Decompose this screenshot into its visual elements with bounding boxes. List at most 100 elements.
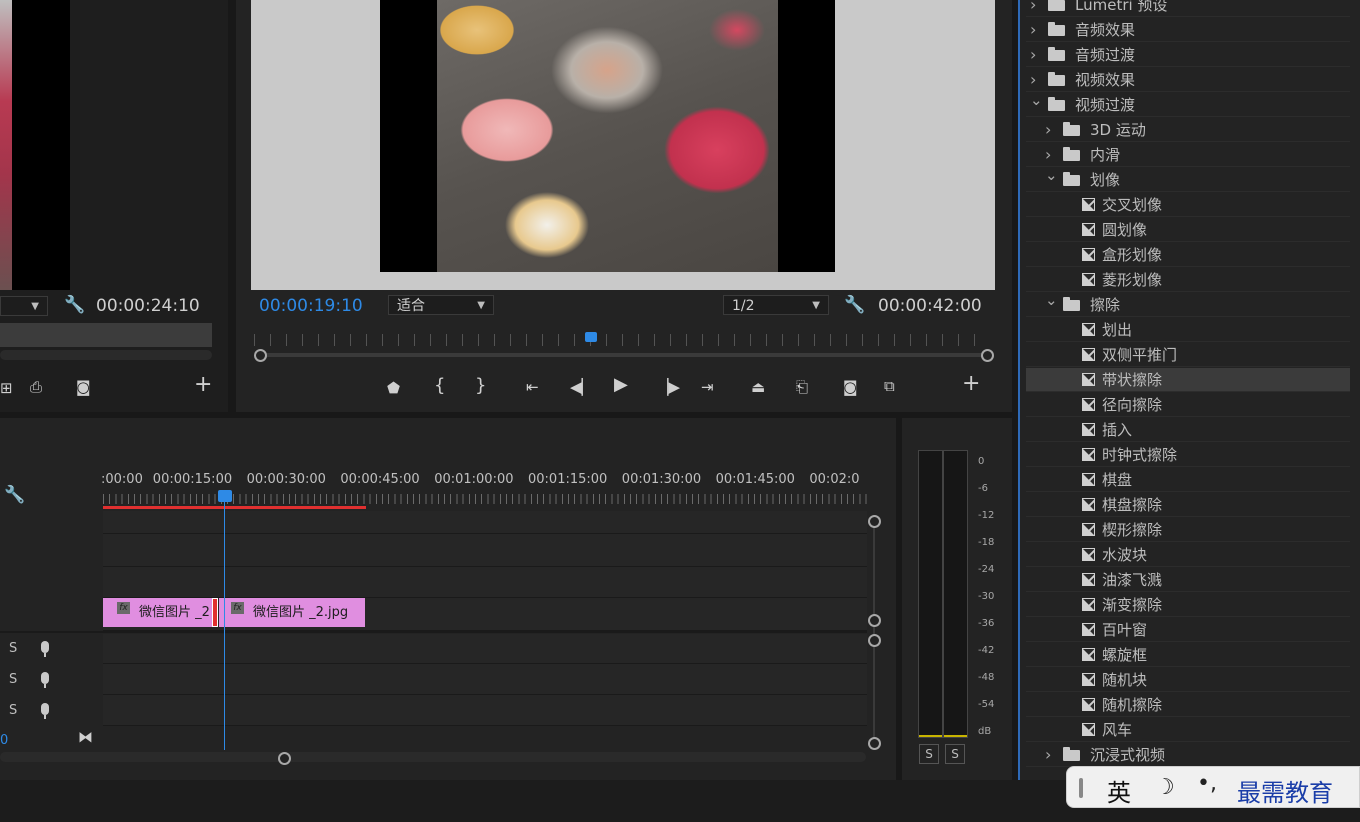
effects-item-row[interactable]: 圆划像 [1026, 218, 1350, 242]
step-forward-icon[interactable]: ▕▶ [657, 379, 680, 395]
v-scroll-bottom-handle[interactable] [868, 737, 881, 750]
timeline-playhead-head[interactable] [218, 490, 232, 502]
program-zoom-right-handle[interactable] [981, 349, 994, 362]
effects-folder-row[interactable]: ⌄ 擦除 [1026, 291, 1350, 317]
effects-item-row[interactable]: 棋盘 [1026, 468, 1350, 492]
audio-track-a1[interactable] [103, 634, 867, 664]
program-resolution-select[interactable]: 1/2 ▼ [723, 295, 829, 315]
audio-a1-solo[interactable]: S [9, 641, 17, 656]
effects-folder-row[interactable]: › 音频效果 [1026, 18, 1350, 42]
effects-item-row[interactable]: 随机擦除 [1026, 693, 1350, 717]
video-track-v2[interactable] [103, 534, 867, 567]
effects-item-row[interactable]: 风车 [1026, 718, 1350, 742]
effects-folder-row[interactable]: › 视频效果 [1026, 68, 1350, 92]
program-time-ruler[interactable] [254, 334, 988, 346]
program-fit-select[interactable]: 适合 ▼ [388, 295, 494, 315]
h-scroll-handle[interactable] [278, 752, 291, 765]
ime-language-toggle[interactable]: 英 [1107, 773, 1131, 808]
effects-item-row[interactable]: 渐变擦除 [1026, 593, 1350, 617]
effects-folder-row[interactable]: ⌄ 视频过渡 [1026, 91, 1350, 117]
video-track-v3[interactable] [103, 511, 867, 534]
play-icon[interactable]: ▶ [614, 376, 628, 394]
v-scroll-top-handle[interactable] [868, 515, 881, 528]
effects-item-row[interactable]: 螺旋框 [1026, 643, 1350, 667]
meter-solo-left[interactable]: S [919, 744, 939, 764]
extract-icon[interactable]: ⎗ [796, 379, 808, 395]
source-settings-wrench-icon[interactable]: 🔧 [64, 297, 85, 314]
lift-icon[interactable]: ⏏ [751, 379, 765, 395]
audio-a2-solo[interactable]: S [9, 672, 17, 687]
effects-item-row[interactable]: 百叶窗 [1026, 618, 1350, 642]
video-track-v1[interactable] [103, 567, 867, 598]
step-back-icon[interactable]: ◀▏ [570, 379, 593, 395]
ime-toolbar[interactable]: 英 ☽ •, 最需教育 [1066, 766, 1360, 808]
effects-item-row[interactable]: 水波块 [1026, 543, 1350, 567]
effects-folder-row[interactable]: › 音频过渡 [1026, 43, 1350, 67]
moon-icon[interactable]: ☽ [1155, 775, 1175, 800]
effects-item-row[interactable]: 盒形划像 [1026, 243, 1350, 267]
program-playhead-marker[interactable] [585, 332, 597, 342]
program-zoom-scrollbar[interactable] [258, 353, 988, 357]
effects-folder-row[interactable]: › 沉浸式视频 [1026, 743, 1350, 767]
effects-item-row[interactable]: 径向擦除 [1026, 393, 1350, 417]
panel-divider-vertical[interactable] [228, 0, 236, 412]
clip-1[interactable]: fx 微信图片 _2 [103, 598, 214, 627]
timeline-footer-toggle-icon[interactable]: ⧓ [78, 729, 93, 745]
effects-item-row[interactable]: 随机块 [1026, 668, 1350, 692]
chevron-down-icon[interactable]: ⌄ [1045, 288, 1058, 312]
chevron-right-icon[interactable]: › [1045, 118, 1051, 142]
source-zoom-scrollbar[interactable] [0, 350, 212, 360]
effects-folder-row[interactable]: › Lumetri 预设 [1026, 0, 1350, 17]
audio-track-a3[interactable] [103, 695, 867, 726]
effects-folder-row[interactable]: › 内滑 [1026, 143, 1350, 167]
effects-item-row[interactable]: 棋盘擦除 [1026, 493, 1350, 517]
mark-in-icon[interactable]: ⬟ [387, 380, 400, 396]
timeline-horizontal-scrollbar[interactable] [0, 752, 866, 762]
go-to-in-icon[interactable]: ⇤ [526, 379, 539, 395]
chevron-right-icon[interactable]: › [1030, 43, 1036, 67]
effects-item-row[interactable]: 带状擦除 [1026, 368, 1350, 392]
chevron-right-icon[interactable]: › [1030, 18, 1036, 42]
program-zoom-left-handle[interactable] [254, 349, 267, 362]
effects-folder-row[interactable]: › 3D 运动 [1026, 118, 1350, 142]
compare-view-icon[interactable]: ⧉ [884, 378, 895, 394]
v-scroll-mid-handle-1[interactable] [868, 614, 881, 627]
chevron-right-icon[interactable]: › [1045, 743, 1051, 767]
effects-item-row[interactable]: 时钟式擦除 [1026, 443, 1350, 467]
effects-item-row[interactable]: 划出 [1026, 318, 1350, 342]
effects-folder-row[interactable]: ⌄ 划像 [1026, 166, 1350, 192]
source-insert-icon[interactable]: ⊞ [0, 380, 13, 396]
v-scroll-mid-handle-2[interactable] [868, 634, 881, 647]
audio-a1-mic-icon[interactable] [41, 641, 49, 657]
transition-marker[interactable] [212, 598, 218, 627]
go-to-out-icon[interactable]: ⇥ [701, 379, 714, 395]
mark-out-bracket-icon[interactable]: } [475, 377, 486, 395]
audio-a3-mic-icon[interactable] [41, 703, 49, 719]
effects-item-row[interactable]: 插入 [1026, 418, 1350, 442]
punctuation-icon[interactable]: •, [1197, 771, 1217, 796]
effects-item-row[interactable]: 双侧平推门 [1026, 343, 1350, 367]
program-settings-wrench-icon[interactable]: 🔧 [844, 297, 865, 314]
clip-2[interactable]: fx 微信图片 _2.jpg [219, 598, 365, 627]
meter-solo-right[interactable]: S [945, 744, 965, 764]
chevron-down-icon[interactable]: ⌄ [1045, 163, 1058, 187]
effects-item-row[interactable]: 楔形擦除 [1026, 518, 1350, 542]
export-frame-camera-icon[interactable]: ◙ [843, 379, 858, 395]
source-overwrite-icon[interactable]: ⎙ [30, 379, 42, 395]
ime-drag-handle[interactable] [1079, 778, 1083, 798]
program-add-button-icon[interactable]: + [962, 373, 980, 395]
effects-item-row[interactable]: 菱形划像 [1026, 268, 1350, 292]
timeline-work-area-bar[interactable] [103, 506, 366, 509]
timeline-settings-wrench-icon[interactable]: 🔧 [4, 487, 25, 504]
effects-item-row[interactable]: 油漆飞溅 [1026, 568, 1350, 592]
source-camera-icon[interactable]: ◙ [76, 379, 91, 395]
source-zoom-select[interactable]: ▼ [0, 296, 48, 316]
effects-item-row[interactable]: 交叉划像 [1026, 193, 1350, 217]
timeline-vertical-scrollbar[interactable] [873, 518, 875, 743]
mark-in-bracket-icon[interactable]: { [434, 377, 445, 395]
audio-a3-solo[interactable]: S [9, 703, 17, 718]
program-current-timecode[interactable]: 00:00:19:10 [259, 296, 363, 316]
audio-a2-mic-icon[interactable] [41, 672, 49, 688]
source-mini-timeline[interactable] [0, 323, 212, 347]
chevron-down-icon[interactable]: ⌄ [1030, 88, 1043, 112]
